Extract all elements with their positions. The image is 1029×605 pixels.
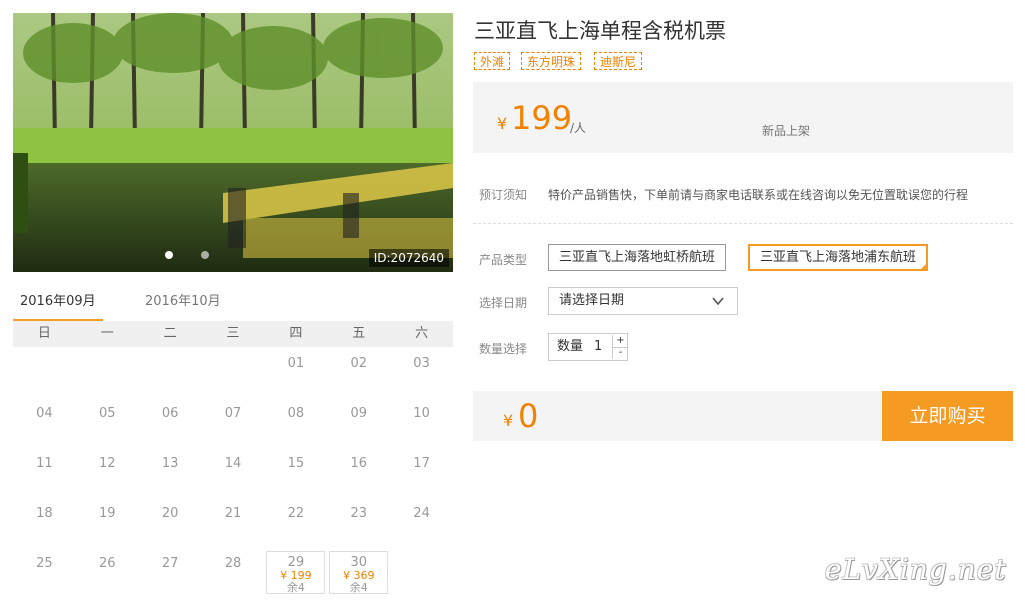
calendar-day: 26 [99, 556, 116, 571]
tab-month-october[interactable]: 2016年10月 [145, 294, 221, 321]
calendar-day: 21 [224, 506, 242, 521]
calendar-day: 12 [99, 456, 116, 471]
tab-month-september[interactable]: 2016年09月 [13, 294, 103, 322]
calendar-day: 28 [224, 556, 242, 571]
date-select-label: 选择日期 [479, 296, 528, 310]
new-product-label: 新品上架 [762, 124, 811, 138]
option-label: 三亚直飞上海落地浦东航班 [760, 250, 917, 265]
calendar-day: 02 [350, 356, 367, 371]
calendar-day: 22 [287, 506, 305, 521]
date-select-dropdown[interactable]: 请选择日期 [548, 287, 738, 315]
calendar-day: 07 [224, 406, 242, 421]
selected-check-icon [920, 263, 928, 270]
quantity-decrease-button[interactable]: - [612, 347, 628, 359]
product-title: 三亚直飞上海单程含税机票 [474, 19, 726, 43]
total-price: 0 [518, 397, 539, 435]
calendar-day: 15 [287, 456, 305, 471]
tag-badge[interactable]: 东方明珠 [521, 52, 582, 70]
calendar-empty-cell [390, 547, 453, 597]
calendar-weekday-header: 日 一 二 三 四 五 六 [13, 321, 453, 347]
weekday-label: 日 [37, 326, 51, 341]
day-number: 30 [350, 555, 367, 570]
notice-text: 特价产品销售快，下单前请与商家电话联系或在线咨询以免无位置耽误您的行程 [548, 188, 969, 202]
weekday-label: 四 [289, 326, 303, 341]
photo-id-badge: ID:2072640 [368, 249, 449, 267]
price-panel: ¥ 199 /人 新品上架 [473, 82, 1013, 153]
watermark-logo: eLvXing.net [825, 553, 1007, 586]
calendar-day: 20 [161, 506, 179, 521]
day-stock: 余4 [349, 581, 368, 594]
product-type-option-hongqiao[interactable]: 三亚直飞上海落地虹桥航班 [548, 244, 727, 271]
calendar-day: 19 [99, 506, 116, 521]
quantity-label: 数量选择 [479, 342, 528, 356]
tag-badge[interactable]: 外滩 [474, 52, 511, 70]
quantity-field-label: 数量 [557, 339, 584, 354]
chevron-down-icon [712, 297, 724, 306]
calendar-day: 16 [350, 456, 367, 471]
calendar-day: 08 [287, 406, 305, 421]
tab-month-label: 2016年10月 [145, 294, 221, 309]
calendar-empty-cell [13, 347, 76, 397]
date-select-value: 请选择日期 [559, 293, 625, 308]
calendar-day: 06 [161, 406, 179, 421]
day-stock: 余4 [286, 581, 305, 594]
tag-badge[interactable]: 迪斯尼 [594, 52, 643, 70]
carousel-dot-2[interactable] [201, 251, 209, 259]
weekday-label: 六 [415, 326, 429, 341]
calendar-day: 05 [99, 406, 116, 421]
calendar-day: 25 [36, 556, 53, 571]
calendar-day: 18 [36, 506, 53, 521]
option-label: 三亚直飞上海落地虹桥航班 [559, 250, 716, 265]
product-photo[interactable]: ID:2072640 [13, 13, 453, 272]
total-currency-symbol: ¥ [503, 411, 514, 430]
calendar-day-available[interactable]: 30 ¥ 369 余4 [329, 551, 389, 594]
carousel-dot-1[interactable] [165, 251, 173, 259]
calendar-grid: 01 02 03 04 05 06 07 08 09 10 11 12 13 14 15 16 17 18 19 20… [13, 347, 453, 604]
notice-label: 预订须知 [479, 188, 528, 202]
calendar-day: 14 [224, 456, 242, 471]
divider [473, 223, 1013, 224]
weekday-label: 三 [226, 326, 240, 341]
calendar-day: 13 [161, 456, 179, 471]
calendar-day: 09 [350, 406, 367, 421]
quantity-stepper[interactable]: 数量 1 + - [548, 333, 628, 361]
calendar-day: 04 [36, 406, 53, 421]
tab-month-label: 2016年09月 [20, 294, 96, 309]
calendar-day: 23 [350, 506, 367, 521]
calendar-day: 24 [413, 506, 430, 521]
price-value: 199 [511, 99, 573, 137]
calendar-empty-cell [76, 347, 139, 397]
weekday-label: 二 [163, 326, 177, 341]
currency-symbol: ¥ [497, 114, 508, 133]
photo-image [13, 13, 453, 272]
weekday-label: 一 [100, 326, 114, 341]
product-type-option-pudong[interactable]: 三亚直飞上海落地浦东航班 [748, 244, 929, 271]
buy-now-button[interactable]: 立即购买 [882, 391, 1013, 441]
weekday-label: 五 [352, 326, 366, 341]
price-unit: /人 [570, 121, 587, 135]
quantity-value[interactable]: 1 [594, 334, 602, 360]
calendar-empty-cell [139, 347, 202, 397]
calendar-empty-cell [202, 347, 265, 397]
calendar-day: 27 [161, 556, 179, 571]
calendar-day: 11 [36, 456, 53, 471]
calendar-day: 17 [413, 456, 430, 471]
day-number: 29 [287, 555, 305, 570]
calendar-day: 10 [413, 406, 430, 421]
calendar-day: 01 [287, 356, 305, 371]
product-type-label: 产品类型 [479, 253, 528, 267]
calendar-day-available[interactable]: 29 ¥ 199 余4 [266, 551, 326, 594]
calendar-day: 03 [413, 356, 430, 371]
